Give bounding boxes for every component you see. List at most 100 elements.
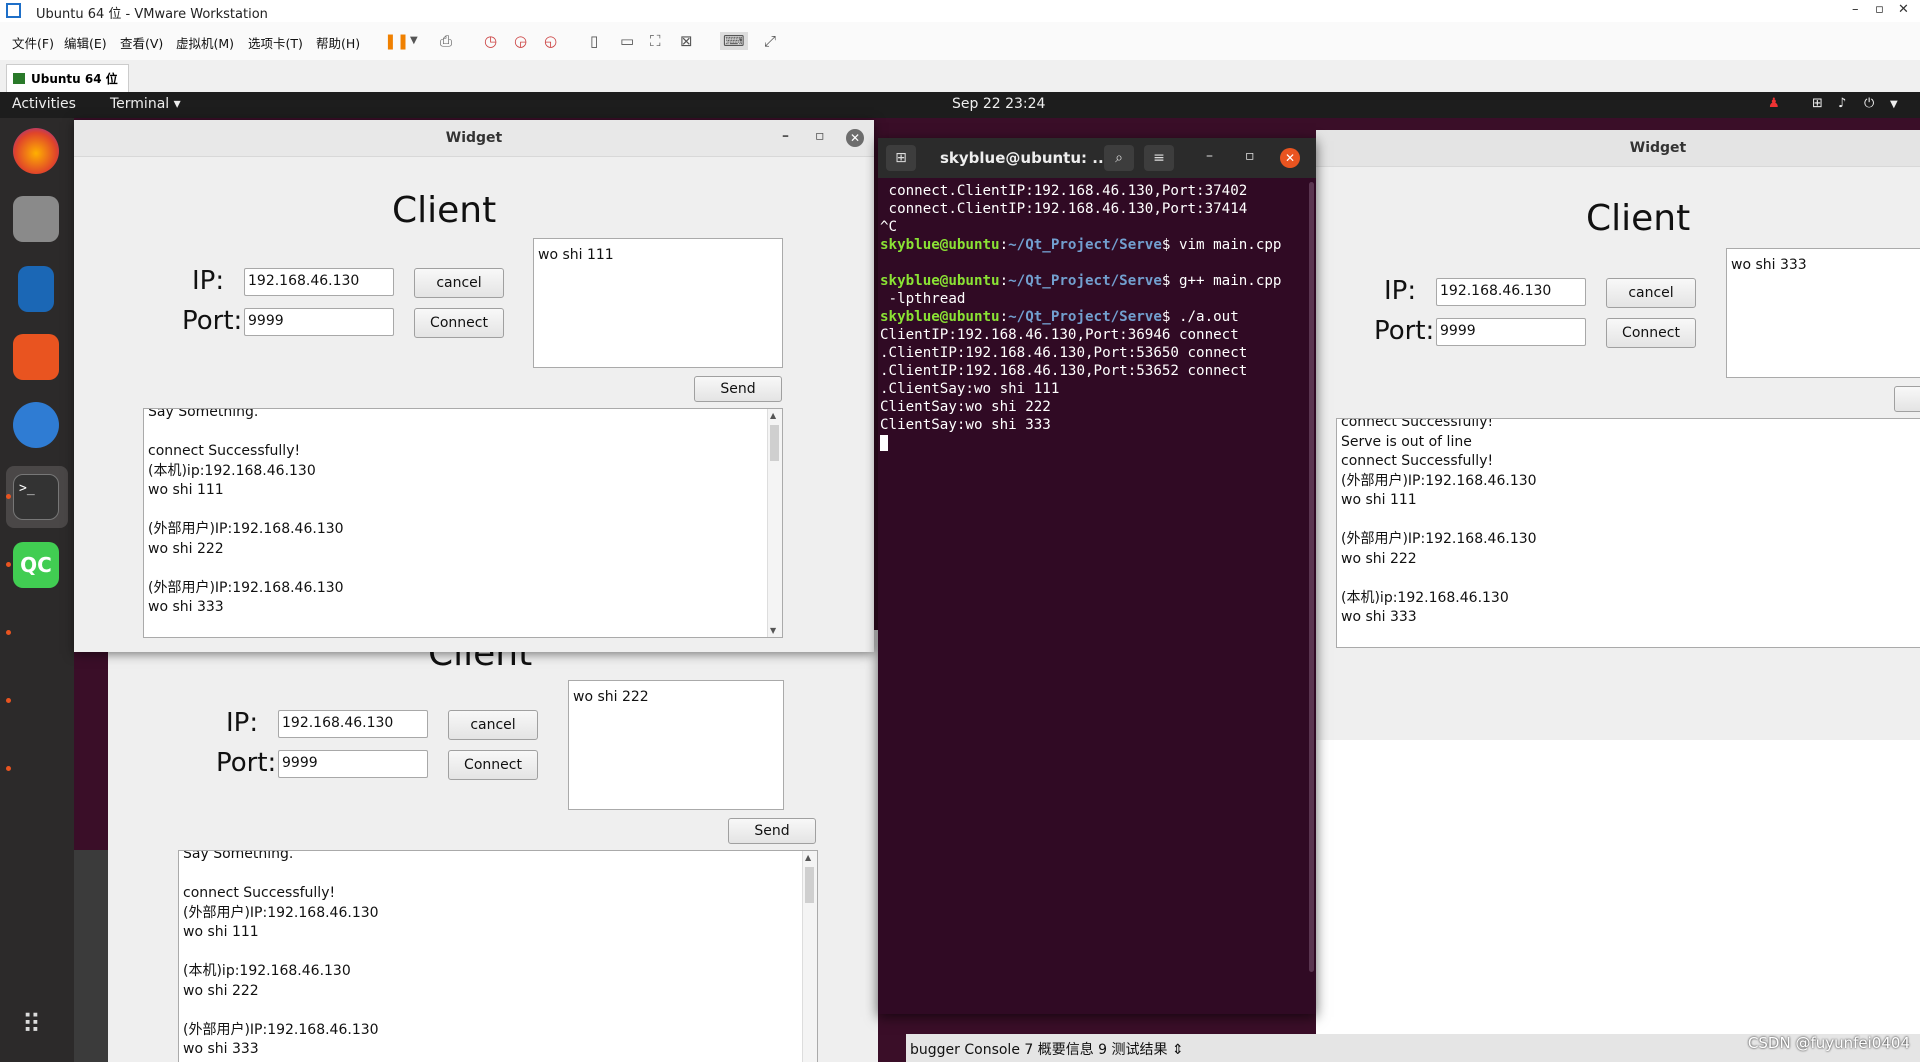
show-apps-icon[interactable]: ⠿	[22, 1010, 41, 1040]
qt-creator-icon[interactable]: QC	[13, 542, 59, 588]
console-icon[interactable]: ⌨	[720, 32, 748, 50]
connect-button[interactable]: Connect	[1606, 318, 1696, 348]
chat-log: Say Something. connect Successfully! (外部用户…	[178, 850, 818, 1062]
ip-input[interactable]: 192.168.46.130	[278, 710, 428, 738]
chat-scrollbar[interactable]: ▲ ▼	[767, 409, 782, 637]
network-icon[interactable]: ⊞	[1812, 96, 1823, 111]
ip-input[interactable]: 192.168.46.130	[1436, 278, 1586, 306]
prompt-user: skyblue@ubuntu	[880, 237, 1000, 253]
menu-edit[interactable]: 编辑(E)	[64, 33, 107, 52]
accessibility-icon[interactable]: ♟	[1768, 96, 1780, 111]
log-line: (外部用户)IP:192.168.46.130	[183, 1021, 379, 1038]
cancel-button[interactable]: cancel	[414, 268, 504, 298]
client-heading: Client	[392, 190, 497, 231]
log-line: (本机)ip:192.168.46.130	[183, 963, 351, 979]
prompt-user: skyblue@ubuntu	[880, 309, 1000, 325]
maximize-icon[interactable]: ▫	[1245, 148, 1255, 164]
ip-label: IP:	[1384, 276, 1417, 306]
cancel-button[interactable]: cancel	[1606, 278, 1696, 308]
log-line: (外部用户)IP:192.168.46.130	[1341, 531, 1537, 547]
revert-snapshot-icon[interactable]: ◶	[514, 32, 527, 50]
menu-help[interactable]: 帮助(H)	[316, 33, 360, 52]
port-label: Port:	[1374, 316, 1435, 346]
port-input[interactable]: 9999	[244, 308, 394, 336]
send-keys-icon[interactable]: ⎙	[440, 32, 452, 50]
close-icon[interactable]: ✕	[1280, 148, 1300, 168]
new-tab-icon[interactable]: ⊞	[886, 145, 916, 171]
output-tabs-label[interactable]: bugger Console 7 概要信息 9 测试结果 ⇕	[910, 1039, 1184, 1059]
menu-vm[interactable]: 虚拟机(M)	[176, 33, 234, 52]
close-icon[interactable]: ✕	[846, 129, 864, 147]
terminal-output[interactable]: connect.ClientIP:192.168.46.130,Port:374…	[880, 182, 1308, 452]
chat-scrollbar[interactable]: ▲	[802, 851, 817, 1062]
dropdown-arrow-icon[interactable]: ▼	[410, 35, 418, 46]
menu-file[interactable]: 文件(F)	[12, 33, 54, 52]
terminal-scrollbar[interactable]	[1309, 182, 1314, 972]
cancel-button[interactable]: cancel	[448, 710, 538, 740]
snapshot-icon[interactable]: ◷	[484, 32, 497, 50]
minimize-icon[interactable]: –	[1206, 148, 1213, 164]
minimize-icon[interactable]: –	[782, 128, 789, 144]
fullscreen-icon[interactable]: ⛶	[650, 32, 661, 50]
send-button[interactable]: Send	[728, 818, 816, 844]
thumbnail-icon[interactable]: ▭	[620, 32, 634, 50]
send-button[interactable]	[1894, 386, 1920, 412]
message-input[interactable]: wo shi 333	[1726, 248, 1920, 378]
pause-icon[interactable]: ❚❚	[384, 32, 409, 50]
files-icon[interactable]	[13, 196, 59, 242]
close-icon[interactable]: ✕	[1898, 2, 1909, 17]
terminal-line: ClientSay:wo shi 333	[880, 417, 1051, 433]
port-input[interactable]: 9999	[278, 750, 428, 778]
volume-icon[interactable]: ♪	[1838, 96, 1846, 111]
help-icon[interactable]	[13, 402, 59, 448]
connect-button[interactable]: Connect	[414, 308, 504, 338]
log-line: wo shi 111	[148, 482, 224, 498]
message-input[interactable]: wo shi 111	[533, 238, 783, 368]
clock[interactable]: Sep 22 23:24	[952, 96, 1045, 112]
firefox-icon[interactable]	[13, 128, 59, 174]
send-button[interactable]: Send	[694, 376, 782, 402]
maximize-icon[interactable]: ▫	[1875, 2, 1884, 17]
stretch-icon[interactable]: ⤢	[764, 32, 776, 50]
title-bar[interactable]: Widget	[1316, 130, 1920, 167]
prompt-path: ~/Qt_Project/Serve	[1008, 309, 1162, 325]
activities-button[interactable]: Activities	[12, 96, 76, 112]
terminal-line: skyblue@ubuntu:~/Qt_Project/Serve$ vim m…	[880, 237, 1282, 253]
minimize-icon[interactable]: –	[1852, 2, 1859, 17]
terminal-window: ⊞ skyblue@ubuntu: ... ⌕ ≡ – ▫ ✕ connect.…	[878, 138, 1316, 1014]
manage-snapshots-icon[interactable]: ◵	[544, 32, 557, 50]
power-icon[interactable]: ⏻	[1864, 96, 1874, 111]
unity-icon[interactable]: ⊠	[680, 32, 693, 50]
search-icon[interactable]: ⌕	[1104, 145, 1134, 171]
maximize-icon[interactable]: ▫	[815, 128, 825, 144]
connect-button[interactable]: Connect	[448, 750, 538, 780]
menu-view[interactable]: 查看(V)	[120, 33, 163, 52]
ip-input[interactable]: 192.168.46.130	[244, 268, 394, 296]
software-icon[interactable]	[13, 334, 59, 380]
prompt-path: ~/Qt_Project/Serve	[1008, 237, 1162, 253]
terminal-icon[interactable]: >_	[13, 474, 59, 520]
terminal-line: .ClientIP:192.168.46.130,Port:53650 conn…	[880, 345, 1248, 361]
terminal-cursor	[880, 435, 888, 451]
hamburger-menu-icon[interactable]: ≡	[1144, 145, 1174, 171]
app-menu-terminal[interactable]: Terminal ▾	[110, 96, 181, 112]
watermark: CSDN @fuyunfei0404	[1747, 1034, 1910, 1052]
terminal-headerbar[interactable]: ⊞ skyblue@ubuntu: ... ⌕ ≡ – ▫ ✕	[878, 138, 1316, 178]
log-line: (本机)ip:192.168.46.130	[148, 462, 316, 479]
sidebar-toggle-icon[interactable]: ▯	[590, 32, 598, 50]
port-input[interactable]: 9999	[1436, 318, 1586, 346]
system-menu-arrow-icon[interactable]: ▼	[1890, 99, 1898, 110]
running-indicator	[6, 494, 11, 499]
message-input[interactable]: wo shi 222	[568, 680, 784, 810]
menu-tabs[interactable]: 选项卡(T)	[248, 33, 303, 52]
chat-log: connect Successfully! Serve is out of lin…	[1336, 418, 1920, 648]
title-bar[interactable]: Widget – ▫ ✕	[74, 120, 874, 157]
tab-ubuntu[interactable]: Ubuntu 64 位	[6, 64, 129, 93]
writer-icon[interactable]	[18, 266, 54, 312]
